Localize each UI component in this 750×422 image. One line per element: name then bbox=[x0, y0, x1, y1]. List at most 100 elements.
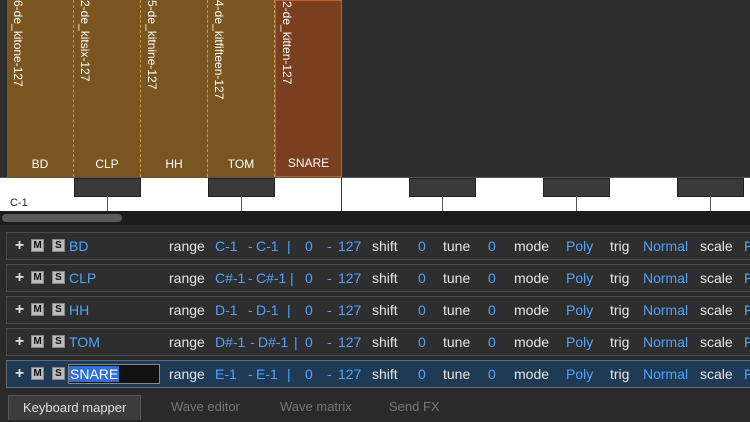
range-to[interactable]: C#-1 bbox=[256, 265, 286, 292]
mapping-row[interactable]: + M S BD range C-1 - C-1 | 0 - 127 shift… bbox=[6, 232, 750, 260]
mode-value[interactable]: Poly bbox=[566, 297, 593, 324]
shift-value[interactable]: 0 bbox=[418, 265, 426, 292]
range-to[interactable]: D-1 bbox=[256, 297, 279, 324]
range-label: range bbox=[169, 334, 205, 350]
scale-value[interactable]: F bbox=[744, 297, 750, 324]
black-key[interactable] bbox=[677, 178, 744, 197]
scale-value[interactable]: F bbox=[744, 265, 750, 292]
zone-area: 6-de_kitone-127 BD 2-de_kitsix-127 CLP 5… bbox=[0, 0, 750, 177]
range-from[interactable]: D#-1 bbox=[215, 329, 245, 356]
zone-snare[interactable]: 2-de_kitten-127 SNARE bbox=[275, 0, 342, 177]
range-from[interactable]: C#-1 bbox=[215, 265, 245, 292]
scale-value[interactable]: F bbox=[744, 233, 750, 260]
tune-value[interactable]: 0 bbox=[488, 361, 496, 388]
zone-tom[interactable]: 4-de_kitfifteen-127 TOM bbox=[208, 0, 275, 177]
velocity-to[interactable]: 127 bbox=[338, 297, 361, 324]
trig-value[interactable]: Normal bbox=[643, 233, 688, 260]
piano-keyboard[interactable] bbox=[0, 177, 750, 212]
row-name[interactable]: CLP bbox=[69, 265, 96, 292]
mode-value[interactable]: Poly bbox=[566, 233, 593, 260]
black-key[interactable] bbox=[208, 178, 275, 197]
bottom-tab-bar: Keyboard mapper Wave editor Wave matrix … bbox=[0, 392, 750, 422]
black-key[interactable] bbox=[543, 178, 610, 197]
mode-label: mode bbox=[514, 270, 550, 286]
mode-value[interactable]: Poly bbox=[566, 361, 593, 388]
mute-button[interactable]: M bbox=[31, 367, 44, 380]
row-name[interactable]: TOM bbox=[69, 329, 100, 356]
mute-button[interactable]: M bbox=[31, 335, 44, 348]
velocity-from[interactable]: 0 bbox=[305, 297, 313, 324]
zone-bd[interactable]: 6-de_kitone-127 BD bbox=[7, 0, 74, 177]
black-key[interactable] bbox=[409, 178, 476, 197]
expand-button[interactable]: + bbox=[13, 238, 26, 254]
velocity-to[interactable]: 127 bbox=[338, 329, 361, 356]
row-name-selected-text[interactable]: SNARE bbox=[69, 366, 120, 382]
tune-value[interactable]: 0 bbox=[488, 265, 496, 292]
range-from[interactable]: C-1 bbox=[215, 233, 238, 260]
shift-value[interactable]: 0 bbox=[418, 329, 426, 356]
zone-label: HH bbox=[165, 157, 183, 171]
expand-button[interactable]: + bbox=[13, 366, 26, 382]
scale-value[interactable]: F bbox=[744, 361, 750, 388]
tab-keyboard-mapper[interactable]: Keyboard mapper bbox=[8, 395, 142, 420]
velocity-from[interactable]: 0 bbox=[305, 233, 313, 260]
expand-button[interactable]: + bbox=[13, 270, 26, 286]
mode-value[interactable]: Poly bbox=[566, 329, 593, 356]
tune-value[interactable]: 0 bbox=[488, 297, 496, 324]
velocity-from[interactable]: 0 bbox=[305, 329, 313, 356]
expand-button[interactable]: + bbox=[13, 334, 26, 350]
trig-label: trig bbox=[610, 270, 630, 286]
trig-label: trig bbox=[610, 302, 630, 318]
solo-button[interactable]: S bbox=[52, 303, 65, 316]
mapping-row[interactable]: + M S HH range D-1 - D-1 | 0 - 127 shift… bbox=[6, 296, 750, 324]
range-to[interactable]: C-1 bbox=[256, 233, 279, 260]
expand-button[interactable]: + bbox=[13, 302, 26, 318]
velocity-to[interactable]: 127 bbox=[338, 361, 361, 388]
row-name[interactable]: BD bbox=[69, 233, 88, 260]
zone-hh[interactable]: 5-de_kitnine-127 HH bbox=[141, 0, 208, 177]
scrollbar-thumb[interactable] bbox=[2, 214, 122, 222]
velocity-to[interactable]: 127 bbox=[338, 265, 361, 292]
tab-wave-matrix[interactable]: Wave matrix bbox=[266, 395, 366, 419]
trig-value[interactable]: Normal bbox=[643, 361, 688, 388]
range-label: range bbox=[169, 238, 205, 254]
mute-button[interactable]: M bbox=[31, 303, 44, 316]
zone-clp[interactable]: 2-de_kitsix-127 CLP bbox=[74, 0, 141, 177]
tab-wave-editor[interactable]: Wave editor bbox=[157, 395, 254, 419]
trig-value[interactable]: Normal bbox=[643, 265, 688, 292]
range-to[interactable]: E-1 bbox=[256, 361, 278, 388]
shift-label: shift bbox=[372, 366, 398, 382]
solo-button[interactable]: S bbox=[52, 335, 65, 348]
solo-button[interactable]: S bbox=[52, 367, 65, 380]
mute-button[interactable]: M bbox=[31, 239, 44, 252]
shift-label: shift bbox=[372, 334, 398, 350]
row-name-edit-field[interactable]: SNARE bbox=[68, 364, 160, 384]
tab-send-fx[interactable]: Send FX bbox=[375, 395, 454, 419]
tune-value[interactable]: 0 bbox=[488, 233, 496, 260]
separator: | bbox=[287, 302, 291, 318]
mapping-row[interactable]: + M S TOM range D#-1 - D#-1 | 0 - 127 sh… bbox=[6, 328, 750, 356]
velocity-from[interactable]: 0 bbox=[305, 361, 313, 388]
trig-value[interactable]: Normal bbox=[643, 297, 688, 324]
shift-value[interactable]: 0 bbox=[418, 361, 426, 388]
range-from[interactable]: D-1 bbox=[215, 297, 238, 324]
mode-value[interactable]: Poly bbox=[566, 265, 593, 292]
velocity-to[interactable]: 127 bbox=[338, 233, 361, 260]
tune-value[interactable]: 0 bbox=[488, 329, 496, 356]
scale-value[interactable]: F bbox=[744, 329, 750, 356]
mute-button[interactable]: M bbox=[31, 271, 44, 284]
shift-value[interactable]: 0 bbox=[418, 297, 426, 324]
shift-value[interactable]: 0 bbox=[418, 233, 426, 260]
range-to[interactable]: D#-1 bbox=[258, 329, 288, 356]
velocity-from[interactable]: 0 bbox=[305, 265, 313, 292]
scale-label: scale bbox=[700, 302, 733, 318]
row-name[interactable]: HH bbox=[69, 297, 89, 324]
black-key[interactable] bbox=[74, 178, 141, 197]
mapping-row-selected[interactable]: + M S SNARE range E-1 - E-1 | 0 - 127 sh… bbox=[6, 360, 750, 388]
trig-value[interactable]: Normal bbox=[643, 329, 688, 356]
mapping-row[interactable]: + M S CLP range C#-1 - C#-1 | 0 - 127 sh… bbox=[6, 264, 750, 292]
solo-button[interactable]: S bbox=[52, 271, 65, 284]
solo-button[interactable]: S bbox=[52, 239, 65, 252]
horizontal-scrollbar[interactable] bbox=[0, 211, 750, 225]
range-from[interactable]: E-1 bbox=[215, 361, 237, 388]
